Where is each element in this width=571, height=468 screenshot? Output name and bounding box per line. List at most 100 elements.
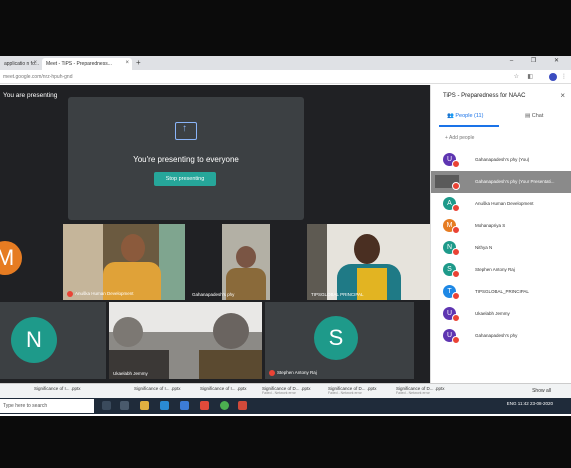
participant-name: Stephen Antony Raj xyxy=(475,267,515,272)
app-icon[interactable] xyxy=(238,401,247,410)
close-tab-icon[interactable]: × xyxy=(125,60,129,66)
url-text[interactable]: meet.google.com/nrz-hpuh-gnd xyxy=(3,74,73,80)
tab-indicator xyxy=(439,125,499,127)
participant-name: Ukaelabh Jemmy xyxy=(113,371,148,376)
mic-off-icon xyxy=(452,292,460,300)
downloads-bar: Significance of I... .pptx Significance … xyxy=(0,383,571,398)
participant-row[interactable]: M Mohanapriya S xyxy=(431,215,571,237)
file-explorer-icon[interactable] xyxy=(140,401,149,410)
browser-tab-active[interactable]: Meet - TiPS - Preparedness... × xyxy=(42,58,132,70)
mic-off-icon xyxy=(452,182,460,190)
download-item[interactable]: Significance of I... .pptx xyxy=(134,386,181,391)
taskbar-search[interactable]: Type here to search xyxy=(0,399,94,413)
participant-name: Anuška Human Development xyxy=(475,201,534,206)
panel-title: TiPS - Preparedness for NAAC xyxy=(443,93,526,99)
app-icon[interactable] xyxy=(200,401,209,410)
task-view-icon[interactable] xyxy=(102,401,111,410)
video-recording-frame: applicatio n fo... × Meet - TiPS - Prepa… xyxy=(0,0,571,468)
participant-tile[interactable]: Ukaelabh Jemmy xyxy=(109,302,262,379)
download-item[interactable]: Significance of I... .pptx xyxy=(200,386,247,391)
address-bar[interactable]: meet.google.com/nrz-hpuh-gnd ☆ ◧ ⋮ xyxy=(0,70,571,84)
window-controls[interactable]: – ❐ ✕ xyxy=(510,57,567,64)
participant-name: Mohanapriya S xyxy=(475,223,506,228)
mic-off-icon xyxy=(452,204,460,212)
participant-row[interactable]: A Anuška Human Development xyxy=(431,193,571,215)
participant-face xyxy=(236,246,256,268)
participant-name: Nithya N xyxy=(475,245,493,250)
present-screen-icon xyxy=(175,122,197,140)
screen: applicatio n fo... × Meet - TiPS - Prepa… xyxy=(0,56,571,416)
participant-row[interactable]: S Stephen Antony Raj xyxy=(431,259,571,281)
participant-body xyxy=(199,350,262,379)
app-icon[interactable] xyxy=(120,401,129,410)
menu-icon[interactable]: ⋮ xyxy=(561,73,567,80)
add-people-button[interactable]: + Add people xyxy=(445,135,474,141)
download-item[interactable]: Significance of I... .pptx xyxy=(34,386,81,391)
browser-tab-bar: applicatio n fo... × Meet - TiPS - Prepa… xyxy=(0,56,571,70)
mic-off-icon xyxy=(452,248,460,256)
participant-row[interactable]: N Nithya N xyxy=(431,237,571,259)
background-wall xyxy=(63,224,103,300)
avatar: N xyxy=(11,317,57,363)
participant-name: Stephen Antony Raj xyxy=(269,370,317,376)
participant-name: Anuška Human Development xyxy=(67,291,134,297)
participant-name: Gahanapadesh's phy xyxy=(192,292,235,297)
background-curtain xyxy=(159,224,185,300)
participant-tile[interactable]: Anuška Human Development xyxy=(63,224,185,300)
new-tab-button[interactable]: + xyxy=(136,58,141,67)
stop-presenting-button[interactable]: Stop presenting xyxy=(154,172,216,186)
store-icon[interactable] xyxy=(160,401,169,410)
tab-people[interactable]: 👥 People (11) xyxy=(447,113,483,119)
chrome-icon[interactable] xyxy=(220,401,229,410)
participant-face xyxy=(354,234,380,264)
participant-tile[interactable]: Gahanapadesh's phy xyxy=(188,224,304,300)
download-item[interactable]: Significance of D... .pptx Failed - Netwo… xyxy=(396,386,445,395)
presenting-label: You are presenting xyxy=(3,92,58,99)
participant-name: TIPSGLOBAL_PRINCIPAL xyxy=(475,289,529,294)
people-panel: TiPS - Preparedness for NAAC × 👥 People … xyxy=(430,85,571,383)
participant-name: TIPSGLOBAL PRINCIPAL xyxy=(311,292,364,297)
presenting-card: You're presenting to everyone Stop prese… xyxy=(68,97,304,220)
windows-taskbar: Type here to search ENG 11:42 23-08-2020 xyxy=(0,398,571,414)
participant-tile[interactable]: S Stephen Antony Raj xyxy=(265,302,414,379)
mic-off-icon xyxy=(452,226,460,234)
profile-avatar[interactable] xyxy=(549,73,557,81)
presenting-message: You're presenting to everyone xyxy=(133,155,239,164)
meet-stage: You are presenting You're presenting to … xyxy=(0,85,430,383)
avatar: M xyxy=(0,241,22,275)
participant-row[interactable]: Gahanapadesh's phy (Your Presentati... xyxy=(431,171,571,193)
show-all-button[interactable]: Show all xyxy=(532,388,551,394)
tab-chat[interactable]: ▤ Chat xyxy=(525,113,543,119)
participant-name: Gahanapadesh's phy (You) xyxy=(475,157,530,162)
star-icon[interactable]: ☆ xyxy=(514,73,519,80)
browser-tab[interactable]: applicatio n fo... × xyxy=(0,58,40,70)
system-tray[interactable]: ENG 11:42 23-08-2020 xyxy=(507,401,553,406)
extension-icon[interactable]: ◧ xyxy=(527,73,533,80)
participant-row[interactable]: U Ukaelabh Jemmy xyxy=(431,303,571,325)
participant-name: Gahanapadesh's phy xyxy=(475,333,518,338)
participant-tile[interactable]: M xyxy=(0,224,60,300)
download-item[interactable]: Significance of D... .pptx Failed - Netwo… xyxy=(262,386,311,395)
tab-label: Meet - TiPS - Preparedness... xyxy=(46,61,112,67)
mail-icon[interactable] xyxy=(180,401,189,410)
participant-face xyxy=(121,234,145,262)
mic-off-icon xyxy=(452,336,460,344)
mic-off-icon xyxy=(452,270,460,278)
chat-icon: ▤ xyxy=(525,113,532,119)
participant-face xyxy=(113,317,143,347)
download-item[interactable]: Significance of D... .pptx Failed - Netwo… xyxy=(328,386,377,395)
participant-row[interactable]: U Gahanapadesh's phy (You) xyxy=(431,149,571,171)
mic-off-icon xyxy=(452,160,460,168)
participant-name: Ukaelabh Jemmy xyxy=(475,311,510,316)
close-icon[interactable]: × xyxy=(560,91,565,100)
participant-tile[interactable]: N xyxy=(0,302,106,379)
participant-name: Gahanapadesh's phy (Your Presentati... xyxy=(475,179,555,184)
close-tab-icon[interactable]: × xyxy=(33,60,37,66)
avatar: S xyxy=(314,316,358,360)
mic-off-icon xyxy=(452,314,460,322)
participant-face xyxy=(213,313,249,349)
participant-row[interactable]: T TIPSGLOBAL_PRINCIPAL xyxy=(431,281,571,303)
participant-tile[interactable]: TIPSGLOBAL PRINCIPAL xyxy=(307,224,430,300)
mic-off-icon xyxy=(67,291,73,297)
participant-row[interactable]: U Gahanapadesh's phy xyxy=(431,325,571,347)
